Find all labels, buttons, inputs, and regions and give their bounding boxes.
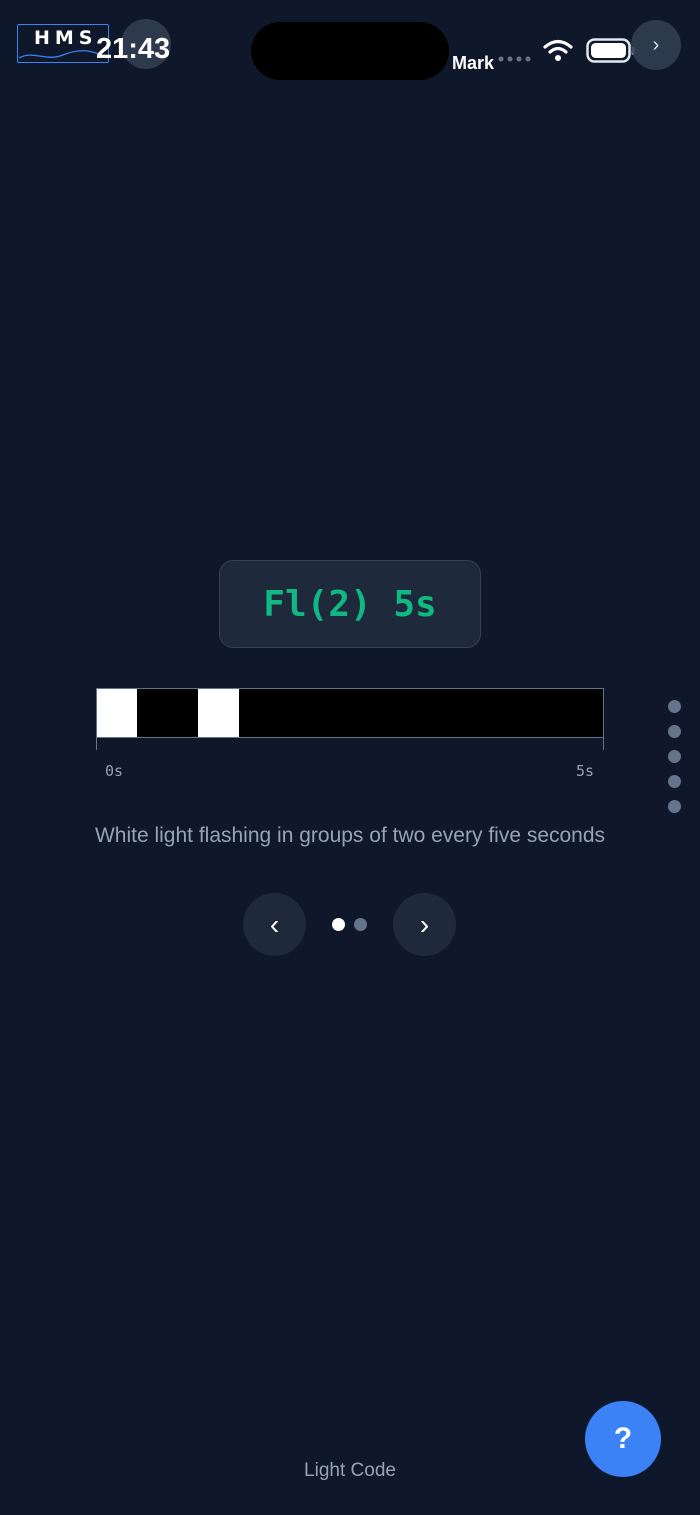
signal-icon	[498, 56, 531, 62]
flash-segment	[97, 689, 138, 737]
side-nav-dot[interactable]	[668, 775, 681, 788]
light-code-badge: Fl(2) 5s	[219, 560, 481, 648]
logo-text: HMS	[34, 27, 98, 49]
dynamic-island	[251, 22, 449, 80]
light-description: White light flashing in groups of two ev…	[94, 824, 606, 847]
side-nav-dot[interactable]	[668, 800, 681, 813]
side-nav-dot[interactable]	[668, 700, 681, 713]
chevron-left-icon: ‹	[269, 908, 280, 940]
chevron-right-icon: ›	[419, 908, 430, 940]
light-timeline	[96, 688, 604, 738]
chevron-right-icon: ›	[652, 33, 660, 56]
wave-icon	[18, 50, 108, 59]
timeline-start-label: 0s	[105, 762, 124, 780]
footer-label: Light Code	[304, 1460, 396, 1481]
pager-dot-active[interactable]	[332, 918, 345, 931]
next-button[interactable]: ›	[393, 893, 456, 956]
light-code-screen: HMS 21:43 Mark › Fl(2) 5s 0s 5s White li…	[0, 0, 700, 1515]
status-time: 21:43	[96, 33, 171, 65]
timeline-end-tick	[603, 738, 604, 750]
previous-button[interactable]: ‹	[243, 893, 306, 956]
side-nav-dot[interactable]	[668, 725, 681, 738]
light-code-text: Fl(2) 5s	[263, 583, 437, 625]
forward-button[interactable]: ›	[631, 20, 681, 70]
pager-dot[interactable]	[354, 918, 367, 931]
flash-segment	[198, 689, 239, 737]
timeline-start-tick	[96, 738, 97, 750]
question-icon: ?	[613, 1422, 633, 1455]
side-page-indicator[interactable]	[668, 700, 681, 825]
timeline-end-label: 5s	[576, 762, 595, 780]
side-nav-dot[interactable]	[668, 750, 681, 763]
carrier-name: Mark	[452, 53, 495, 73]
battery-icon	[586, 38, 635, 63]
wifi-icon	[543, 39, 573, 61]
